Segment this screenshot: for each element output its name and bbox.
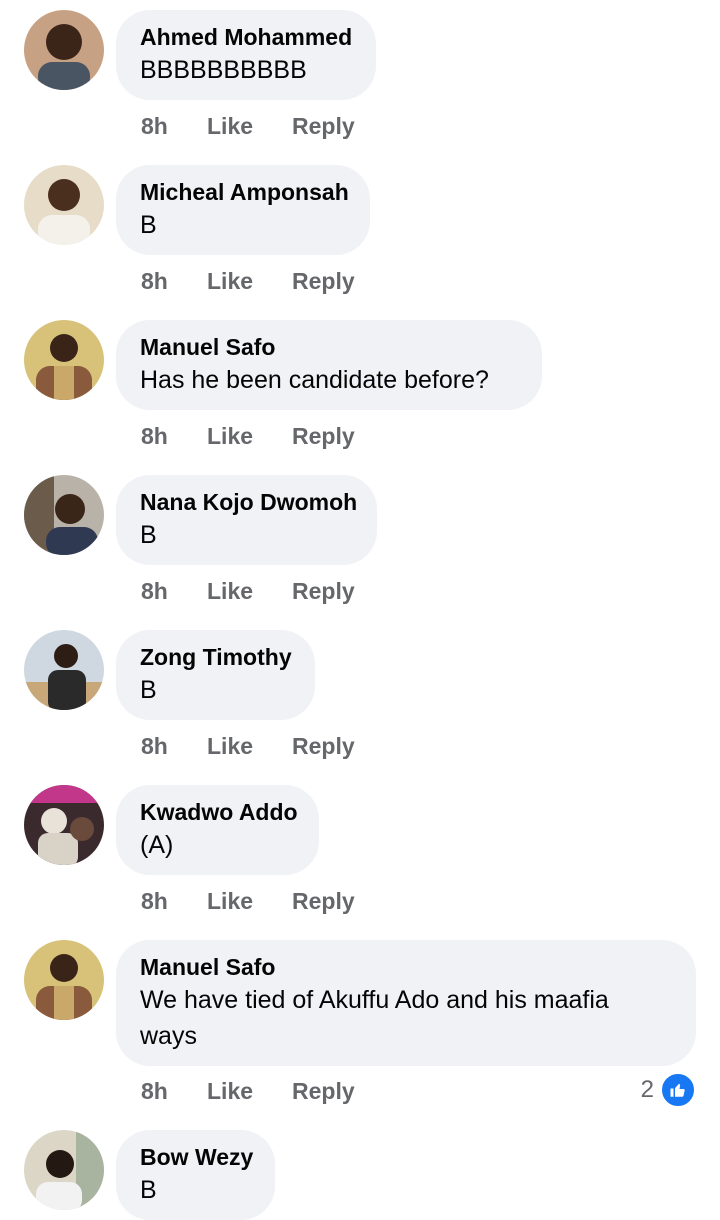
- avatar[interactable]: [24, 1130, 104, 1210]
- comment-bubble: Manuel Safo Has he been candidate before…: [116, 320, 542, 410]
- comment-bubble: Kwadwo Addo (A): [116, 785, 319, 875]
- comment-bubble: Zong Timothy B: [116, 630, 315, 720]
- reaction-count: 2: [640, 1076, 654, 1103]
- timestamp[interactable]: 8h: [141, 423, 207, 450]
- comment-text: (A): [140, 831, 174, 859]
- thumbs-up-glyph: [670, 1083, 685, 1097]
- comment-bubble: Bow Wezy B: [116, 1130, 275, 1220]
- reply-button[interactable]: Reply: [292, 268, 355, 295]
- author-name[interactable]: Kwadwo Addo: [140, 797, 298, 827]
- like-button[interactable]: Like: [207, 733, 292, 760]
- like-button[interactable]: Like: [207, 888, 292, 915]
- reply-button[interactable]: Reply: [292, 733, 355, 760]
- comment-actions: 8h Like Reply: [141, 576, 355, 606]
- avatar[interactable]: [24, 10, 104, 90]
- avatar[interactable]: [24, 940, 104, 1020]
- reply-button[interactable]: Reply: [292, 113, 355, 140]
- like-button[interactable]: Like: [207, 1078, 292, 1105]
- comment-text: B: [140, 521, 157, 549]
- avatar[interactable]: [24, 785, 104, 865]
- like-button[interactable]: Like: [207, 578, 292, 605]
- comment-text: BBBBBBBBBB: [140, 56, 307, 84]
- comment-actions: 8h Like Reply: [141, 886, 355, 916]
- comment-text: We have tied of Akuffu Ado and his maafi…: [140, 986, 609, 1050]
- thumbs-up-icon: [660, 1072, 696, 1108]
- comment-text: B: [140, 211, 157, 239]
- reply-button[interactable]: Reply: [292, 423, 355, 450]
- timestamp[interactable]: 8h: [141, 113, 207, 140]
- author-name[interactable]: Micheal Amponsah: [140, 177, 349, 207]
- like-button[interactable]: Like: [207, 113, 292, 140]
- avatar[interactable]: [24, 165, 104, 245]
- comment-actions: 8h Like Reply: [141, 111, 355, 141]
- author-name[interactable]: Manuel Safo: [140, 952, 672, 982]
- like-button[interactable]: Like: [207, 268, 292, 295]
- timestamp[interactable]: 8h: [141, 268, 207, 295]
- comment-bubble: Nana Kojo Dwomoh B: [116, 475, 377, 565]
- author-name[interactable]: Bow Wezy: [140, 1142, 253, 1172]
- comment-text: B: [140, 676, 157, 704]
- comment-text: B: [140, 1176, 157, 1204]
- timestamp[interactable]: 8h: [141, 1078, 207, 1105]
- avatar[interactable]: [24, 475, 104, 555]
- reply-button[interactable]: Reply: [292, 888, 355, 915]
- reaction-summary[interactable]: 2: [641, 1072, 696, 1108]
- avatar[interactable]: [24, 630, 104, 710]
- reply-button[interactable]: Reply: [292, 1078, 355, 1105]
- author-name[interactable]: Zong Timothy: [140, 642, 292, 672]
- reply-button[interactable]: Reply: [292, 578, 355, 605]
- comment-bubble: Micheal Amponsah B: [116, 165, 370, 255]
- comment-text: Has he been candidate before?: [140, 366, 489, 394]
- comment-actions: 8h Like Reply: [141, 731, 355, 761]
- comment-actions: 8h Like Reply: [141, 421, 355, 451]
- author-name[interactable]: Nana Kojo Dwomoh: [140, 487, 357, 517]
- comment-bubble: Ahmed Mohammed BBBBBBBBBB: [116, 10, 376, 100]
- like-button[interactable]: Like: [207, 423, 292, 450]
- timestamp[interactable]: 8h: [141, 888, 207, 915]
- avatar[interactable]: [24, 320, 104, 400]
- comment-bubble: Manuel Safo We have tied of Akuffu Ado a…: [116, 940, 696, 1066]
- author-name[interactable]: Ahmed Mohammed: [140, 22, 352, 52]
- comment-actions: 8h Like Reply: [141, 1076, 355, 1106]
- author-name[interactable]: Manuel Safo: [140, 332, 518, 362]
- timestamp[interactable]: 8h: [141, 578, 207, 605]
- timestamp[interactable]: 8h: [141, 733, 207, 760]
- comment-actions: 8h Like Reply: [141, 266, 355, 296]
